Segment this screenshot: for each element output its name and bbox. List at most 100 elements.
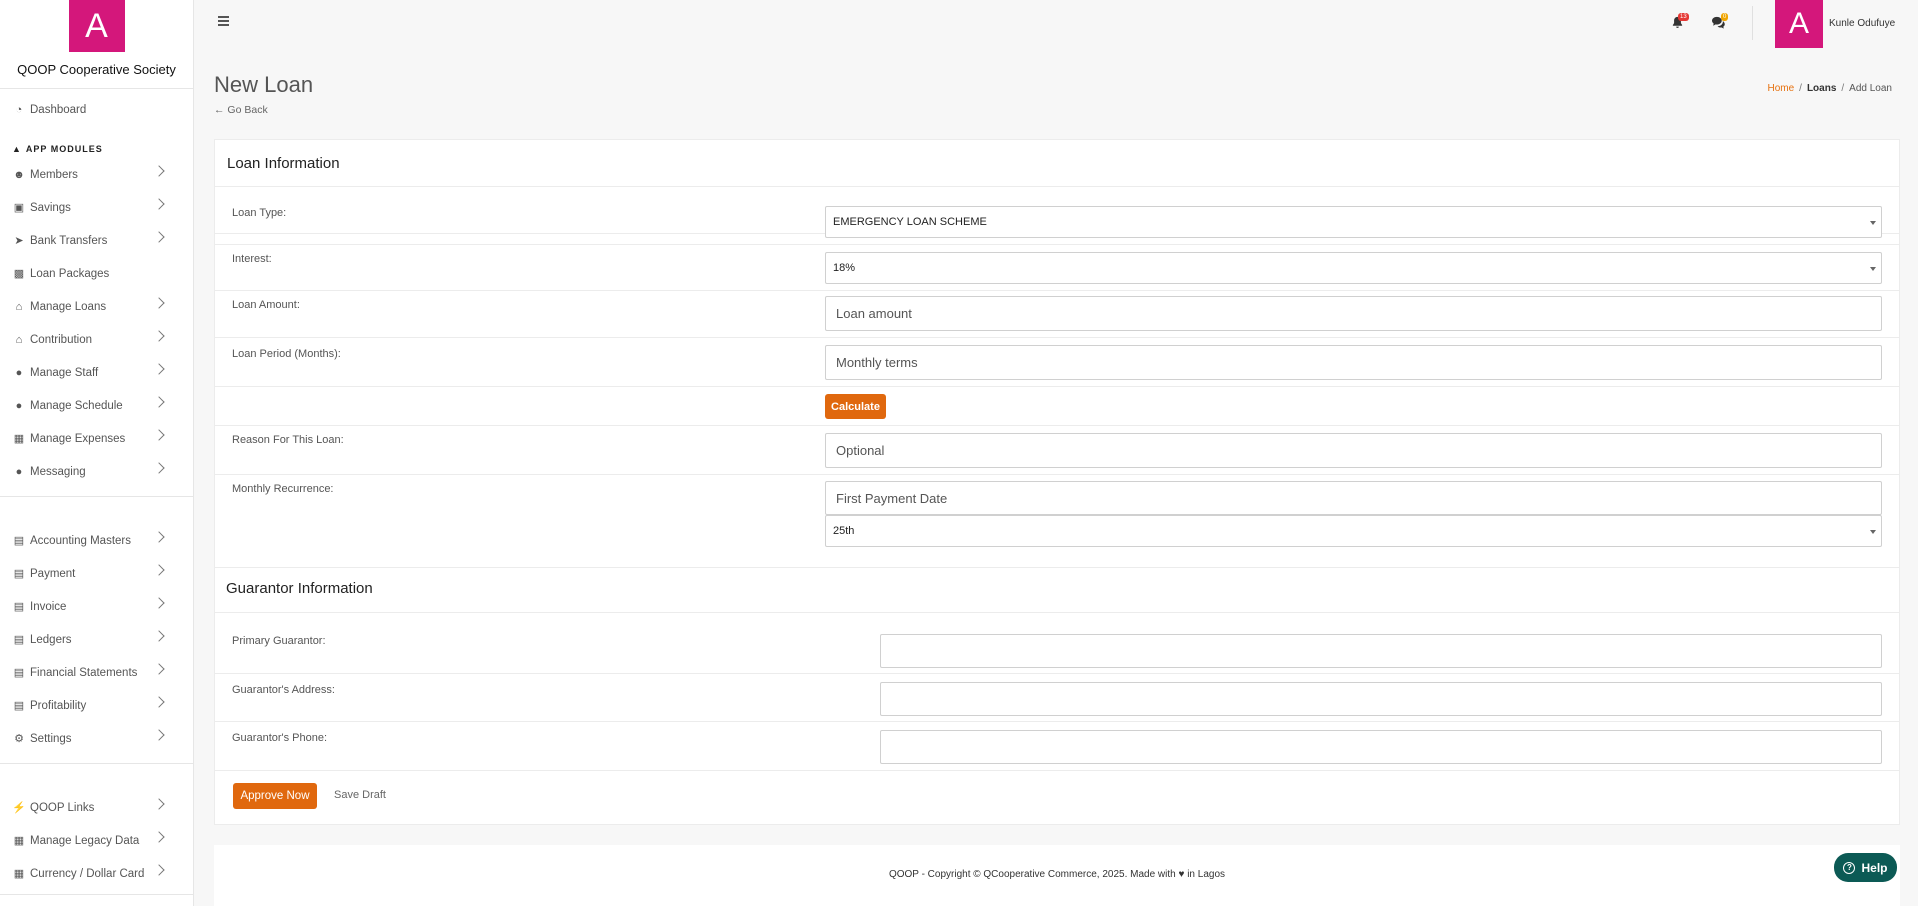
sidebar-item-savings[interactable]: ▣ Savings: [0, 191, 193, 224]
sidebar-item-manage-schedule[interactable]: ● Manage Schedule: [0, 389, 193, 422]
sidebar-item-contribution[interactable]: ⌂ Contribution: [0, 323, 193, 356]
sidebar-item-label: Savings: [30, 201, 71, 214]
sidebar-item-manage-loans[interactable]: ⌂ Manage Loans: [0, 290, 193, 323]
sidebar-item-label: Financial Statements: [30, 666, 138, 679]
sidebar-item-members[interactable]: ☻ Members: [0, 158, 193, 191]
chevron-down-icon: [1870, 221, 1876, 225]
loan-type-select[interactable]: EMERGENCY LOAN SCHEME: [825, 206, 1882, 238]
sidebar-item-accounting-masters[interactable]: ▤ Accounting Masters: [0, 524, 193, 557]
go-back-link[interactable]: ← Go Back: [214, 104, 268, 116]
bolt-icon: ⚡: [12, 802, 26, 814]
interest-select[interactable]: 18%: [825, 252, 1882, 284]
calculate-button[interactable]: Calculate: [825, 394, 886, 419]
reason-input[interactable]: Optional: [825, 433, 1882, 468]
divider: [214, 770, 1900, 771]
messages-icon[interactable]: 0: [1711, 13, 1729, 32]
divider: [0, 763, 193, 764]
cart-icon: ▩: [13, 268, 25, 280]
chevron-right-icon: [153, 597, 165, 609]
chevron-right-icon: [153, 330, 165, 342]
org-name: QOOP Cooperative Society: [17, 62, 176, 77]
primary-guarantor-input[interactable]: [880, 634, 1882, 668]
sidebar-item-label: Invoice: [30, 600, 67, 613]
recurrence-day-select[interactable]: 25th: [825, 515, 1882, 547]
chevron-right-icon: [153, 531, 165, 543]
sidebar-item-invoice[interactable]: ▤ Invoice: [0, 590, 193, 623]
sidebar-item-label: Manage Expenses: [30, 432, 126, 445]
user-name[interactable]: Kunle Odufuye: [1829, 18, 1895, 29]
sidebar-item-dashboard[interactable]: ◔ Dashboard: [0, 93, 193, 126]
breadcrumb-current: Add Loan: [1849, 83, 1892, 94]
first-payment-date-input[interactable]: First Payment Date: [825, 481, 1882, 515]
sidebar-item-label: Manage Staff: [30, 366, 99, 379]
sidebar-item-ledgers[interactable]: ▤ Ledgers: [0, 623, 193, 656]
sidebar: A QOOP Cooperative Society ◔ Dashboard ▲…: [0, 0, 194, 906]
nav-group-misc: ⚡ QOOP Links ▦ Manage Legacy Data ▦ Currency …: [0, 791, 193, 890]
notifications-bell-icon[interactable]: 13: [1671, 13, 1689, 32]
sidebar-item-label: Manage Loans: [30, 300, 107, 313]
loan-amount-label: Loan Amount:: [232, 299, 300, 311]
section-header-app-modules: ▲ APP MODULES: [0, 144, 193, 154]
approve-now-button[interactable]: Approve Now: [233, 783, 317, 809]
sidebar-item-label: Members: [30, 168, 78, 181]
sidebar-item-manage-legacy-data[interactable]: ▦ Manage Legacy Data: [0, 824, 193, 857]
footer: QOOP - Copyright © QCooperative Commerce…: [214, 845, 1900, 906]
save-draft-button[interactable]: Save Draft: [334, 789, 386, 801]
sidebar-item-payment[interactable]: ▤ Payment: [0, 557, 193, 590]
guarantor-address-input[interactable]: [880, 682, 1882, 716]
calculator-icon: ▦: [13, 868, 25, 880]
paper-plane-icon: ➤: [14, 235, 24, 247]
nav-group-modules: ☻ Members ▣ Savings ➤ Bank Transfers ▩ Loan Pac…: [0, 158, 193, 488]
divider: [214, 474, 1900, 475]
sidebar-item-label: Accounting Masters: [30, 534, 131, 547]
loan-information-heading: Loan Information: [215, 140, 1899, 187]
footer-text: QOOP - Copyright © QCooperative Commerce…: [888, 869, 1226, 880]
chevron-right-icon: [153, 165, 165, 177]
divider: [214, 721, 1900, 722]
breadcrumb-loans[interactable]: Loans: [1807, 83, 1836, 94]
divider: [0, 894, 193, 895]
sidebar-item-financial-statements[interactable]: ▤ Financial Statements: [0, 656, 193, 689]
chevron-down-icon: [1870, 530, 1876, 534]
guarantor-phone-input[interactable]: [880, 730, 1882, 764]
sidebar-item-label: Profitability: [30, 699, 87, 712]
breadcrumb-home[interactable]: Home: [1767, 83, 1794, 94]
gear-icon: ⚙: [14, 733, 24, 745]
chevron-right-icon: [153, 864, 165, 876]
help-button[interactable]: ? Help: [1834, 853, 1897, 882]
chevron-right-icon: [153, 363, 165, 375]
sidebar-item-manage-expenses[interactable]: ▦ Manage Expenses: [0, 422, 193, 455]
sidebar-item-label: Loan Packages: [30, 267, 110, 280]
section-title: APP MODULES: [25, 144, 103, 154]
hamburger-menu-icon[interactable]: [218, 16, 229, 29]
loan-period-input[interactable]: Monthly terms: [825, 345, 1882, 380]
divider: [0, 496, 193, 497]
sidebar-item-messaging[interactable]: ● Messaging: [0, 455, 193, 488]
sidebar-item-profitability[interactable]: ▤ Profitability: [0, 689, 193, 722]
chart-icon: ▤: [13, 634, 25, 646]
sidebar-item-label: Ledgers: [30, 633, 72, 646]
loan-amount-input[interactable]: Loan amount: [825, 296, 1882, 331]
org-logo[interactable]: A: [68, 0, 125, 52]
chevron-right-icon: [153, 729, 165, 741]
divider: [214, 425, 1900, 426]
chevron-right-icon: [153, 798, 165, 810]
user-avatar[interactable]: A: [1775, 0, 1823, 48]
divider: [214, 337, 1900, 338]
chevron-right-icon: [153, 663, 165, 675]
recurrence-day-value: 25th: [833, 525, 855, 537]
sidebar-item-qoop-links[interactable]: ⚡ QOOP Links: [0, 791, 193, 824]
sidebar-item-loan-packages[interactable]: ▩ Loan Packages: [0, 257, 193, 290]
primary-guarantor-label: Primary Guarantor:: [232, 635, 326, 647]
sidebar-item-currency-dollar-card[interactable]: ▦ Currency / Dollar Card: [0, 857, 193, 890]
divider: [214, 290, 1900, 291]
reason-label: Reason For This Loan:: [232, 434, 344, 446]
sidebar-item-bank-transfers[interactable]: ➤ Bank Transfers: [0, 224, 193, 257]
chevron-right-icon: [153, 429, 165, 441]
sidebar-item-manage-staff[interactable]: ● Manage Staff: [0, 356, 193, 389]
calculator-icon: ▦: [13, 835, 25, 847]
sidebar-item-settings[interactable]: ⚙ Settings: [0, 722, 193, 755]
chevron-right-icon: [153, 231, 165, 243]
bank-icon: ⌂: [15, 333, 23, 346]
chart-icon: ▤: [13, 667, 25, 679]
